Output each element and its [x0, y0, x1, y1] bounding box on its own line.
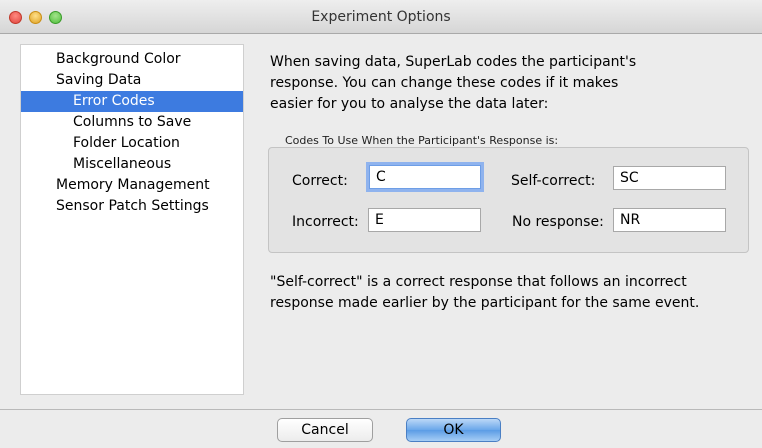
self-correct-code-input[interactable]: [613, 166, 726, 190]
experiment-options-window: Experiment Options Background Color Savi…: [0, 0, 762, 448]
self-correct-note: "Self-correct" is a correct response tha…: [270, 272, 740, 314]
no-response-code-input[interactable]: [613, 208, 726, 232]
note-line: "Self-correct" is a correct response tha…: [270, 274, 687, 290]
intro-text: When saving data, SuperLab codes the par…: [270, 52, 740, 115]
sidebar-item-folder-location[interactable]: Folder Location: [21, 133, 243, 154]
sidebar-item-sensor-patch-settings[interactable]: Sensor Patch Settings: [21, 196, 243, 217]
incorrect-code-input[interactable]: [368, 208, 481, 232]
cancel-button[interactable]: Cancel: [277, 418, 373, 442]
ok-button[interactable]: OK: [406, 418, 501, 442]
sidebar-item-background-color[interactable]: Background Color: [21, 49, 243, 70]
no-response-label: No response:: [512, 214, 604, 230]
sidebar-item-memory-management[interactable]: Memory Management: [21, 175, 243, 196]
options-sidebar: Background Color Saving Data Error Codes…: [20, 44, 244, 395]
sidebar-item-miscellaneous[interactable]: Miscellaneous: [21, 154, 243, 175]
correct-label: Correct:: [292, 173, 348, 189]
codes-group-box: Correct: Self-correct: Incorrect: No res…: [268, 147, 749, 253]
intro-line: When saving data, SuperLab codes the par…: [270, 54, 637, 70]
self-correct-label: Self-correct:: [511, 173, 596, 189]
intro-line: response. You can change these codes if …: [270, 75, 619, 91]
title-bar[interactable]: Experiment Options: [0, 0, 762, 34]
sidebar-item-error-codes[interactable]: Error Codes: [21, 91, 243, 112]
codes-group-label: Codes To Use When the Participant's Resp…: [285, 134, 559, 147]
window-title: Experiment Options: [311, 9, 451, 25]
footer-divider: [0, 409, 762, 410]
sidebar-item-saving-data[interactable]: Saving Data: [21, 70, 243, 91]
incorrect-label: Incorrect:: [292, 214, 359, 230]
intro-line: easier for you to analyse the data later…: [270, 96, 549, 112]
correct-code-input[interactable]: [369, 165, 481, 189]
note-line: response made earlier by the participant…: [270, 295, 700, 311]
sidebar-item-columns-to-save[interactable]: Columns to Save: [21, 112, 243, 133]
